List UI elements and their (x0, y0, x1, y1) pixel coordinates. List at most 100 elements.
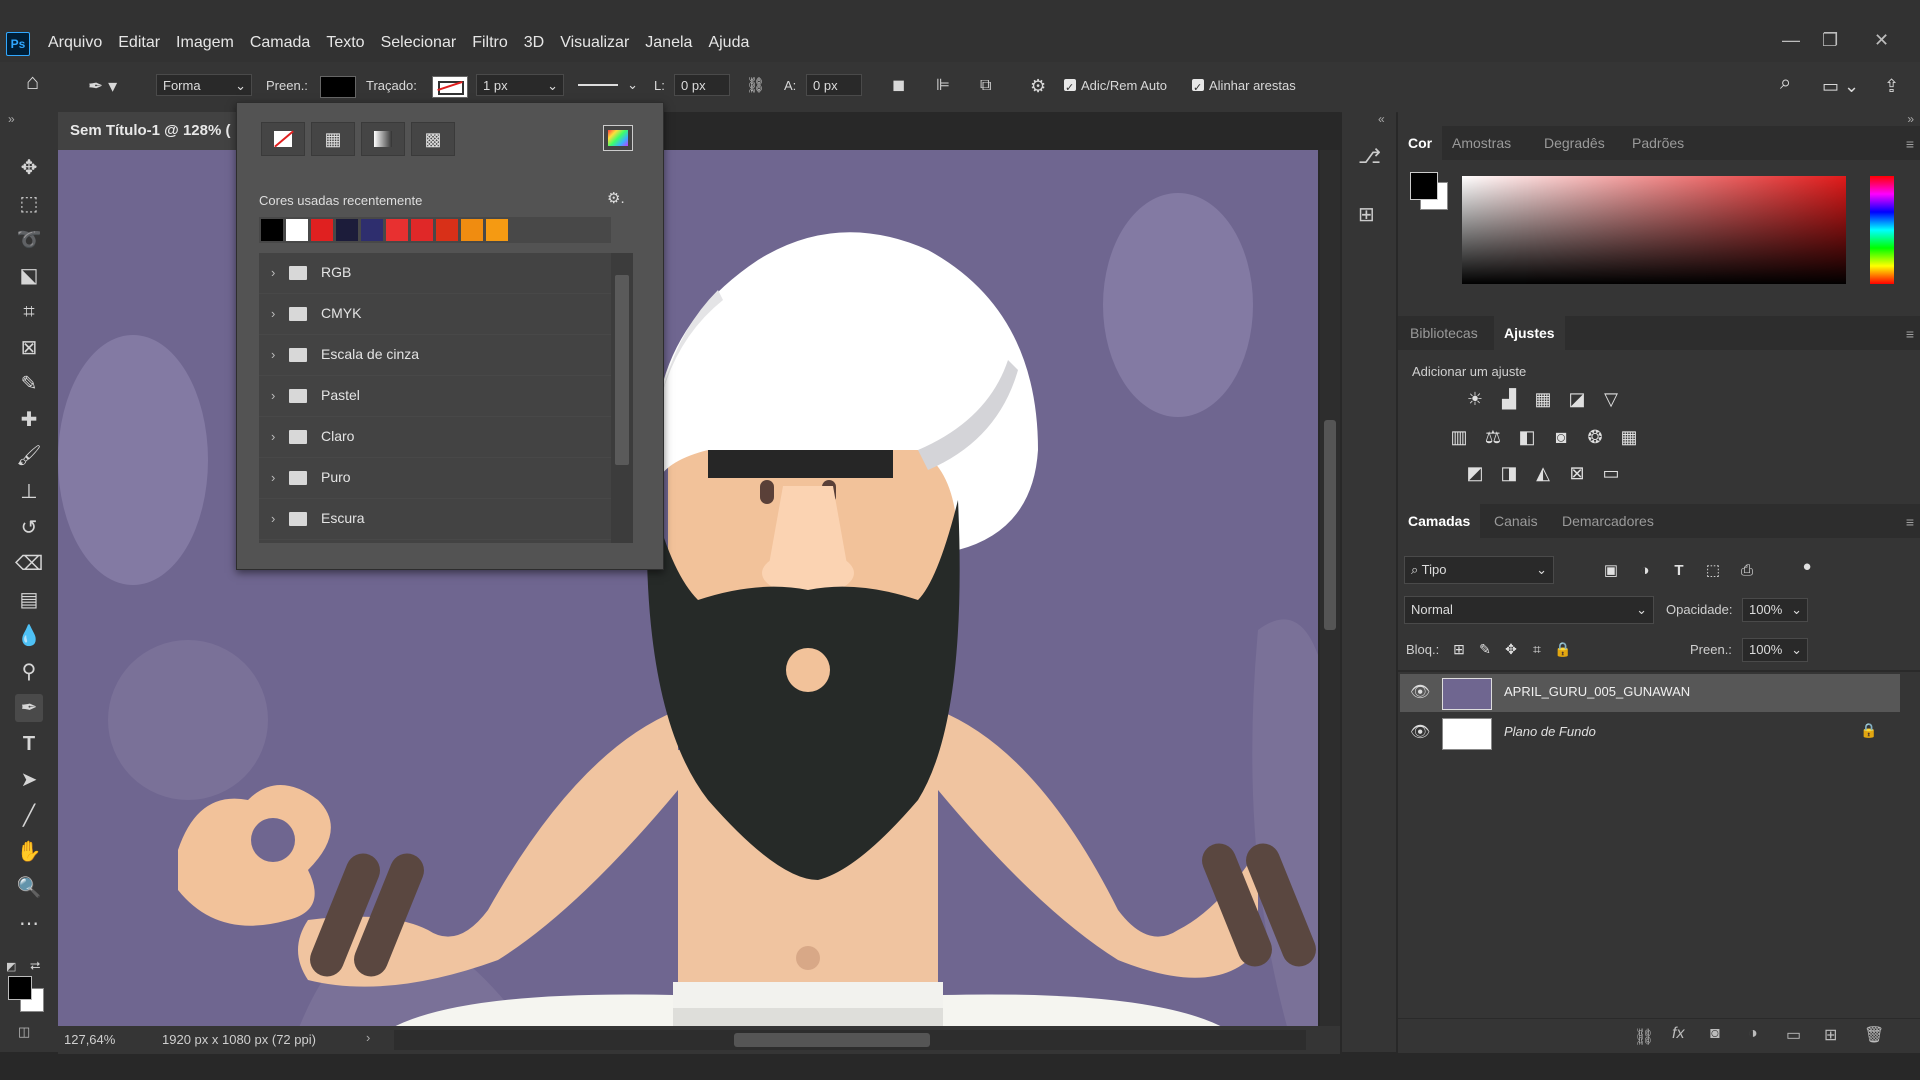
search-icon[interactable]: ⌕ (1780, 71, 1791, 95)
color-lookup-icon[interactable]: ▦ (1618, 426, 1640, 448)
chevron-right-icon[interactable]: › (271, 429, 275, 444)
new-group-icon[interactable]: ▭ (1786, 1025, 1801, 1045)
tab-bibliotecas[interactable]: Bibliotecas (1410, 316, 1478, 350)
restore-icon[interactable]: ❐ (1822, 30, 1838, 51)
menu-janela[interactable]: Janela (637, 32, 700, 54)
lock-position-icon[interactable]: ✥ (1500, 638, 1522, 660)
fill-field[interactable]: 100% ⌄ (1742, 638, 1808, 662)
solid-color-button[interactable]: ▦ (311, 122, 355, 156)
gear-icon[interactable]: ⚙. (607, 189, 625, 207)
gradient-button[interactable] (361, 122, 405, 156)
tab-demarcadores[interactable]: Demarcadores (1562, 504, 1654, 538)
filter-toggle-icon[interactable]: ● (1796, 556, 1818, 578)
default-colors-icon[interactable]: ◩ (6, 960, 16, 973)
recent-color-swatch[interactable] (361, 219, 383, 241)
chevron-right-icon[interactable]: › (271, 511, 275, 526)
brush-tool-icon[interactable]: 🖌 (15, 442, 43, 470)
menu-editar[interactable]: Editar (110, 32, 168, 54)
invert-icon[interactable]: ◩ (1464, 462, 1486, 484)
gear-icon[interactable]: ⚙ (1030, 74, 1046, 98)
chevron-right-icon[interactable]: › (366, 1030, 370, 1045)
panel-menu-icon[interactable]: ≡ (1906, 136, 1914, 152)
vertical-scrollbar[interactable] (1320, 150, 1340, 1034)
dodge-tool-icon[interactable]: ⚲ (15, 658, 43, 686)
more-tools-icon[interactable]: ⋯ (15, 910, 43, 938)
folder-list-scrollbar-thumb[interactable] (615, 275, 629, 465)
tab-camadas[interactable]: Camadas (1398, 504, 1481, 538)
smart-object-filter-icon[interactable]: ⎙ (1736, 560, 1758, 582)
shape-layer-filter-icon[interactable]: ⬚ (1702, 560, 1724, 582)
eye-icon[interactable]: 👁 (1410, 722, 1430, 742)
line-tool-icon[interactable]: ╱ (15, 802, 43, 830)
posterize-icon[interactable]: ◨ (1498, 462, 1520, 484)
foreground-color-swatch[interactable] (8, 976, 32, 1000)
menu-arquivo[interactable]: Arquivo (40, 32, 110, 54)
swap-colors-icon[interactable]: ⮂ (30, 958, 40, 974)
lock-artboard-icon[interactable]: ⌗ (1526, 638, 1548, 660)
pen-tool-icon[interactable]: ✒ (15, 694, 43, 722)
layer-row-selected[interactable]: 👁 APRIL_GURU_005_GUNAWAN (1400, 674, 1900, 712)
folder-grayscale[interactable]: › Escala de cinza (259, 335, 611, 376)
pattern-button[interactable]: ▩ (411, 122, 455, 156)
eraser-tool-icon[interactable]: ⌫ (15, 550, 43, 578)
fx-icon[interactable]: fx (1672, 1025, 1684, 1043)
no-color-button[interactable] (261, 122, 305, 156)
object-selection-tool-icon[interactable]: ⬕ (15, 262, 43, 290)
adjustment-layer-filter-icon[interactable]: ◑ (1634, 560, 1656, 582)
brightness-icon[interactable]: ☀ (1464, 388, 1486, 410)
path-selection-tool-icon[interactable]: ➤ (15, 766, 43, 794)
hand-tool-icon[interactable]: ✋ (15, 838, 43, 866)
folder-list-scrollbar[interactable] (611, 253, 633, 543)
chevron-right-icon[interactable]: › (271, 470, 275, 485)
clone-stamp-tool-icon[interactable]: ⊥ (15, 478, 43, 506)
path-arrangement-icon[interactable]: ⧉ (980, 74, 991, 98)
gradient-tool-icon[interactable]: ▤ (15, 586, 43, 614)
recent-color-swatch[interactable] (486, 219, 508, 241)
menu-filtro[interactable]: Filtro (464, 32, 516, 54)
workspace-icon[interactable]: ▭ ⌄ (1822, 74, 1859, 98)
zoom-tool-icon[interactable]: 🔍 (15, 874, 43, 902)
layer-name[interactable]: Plano de Fundo (1504, 724, 1596, 739)
tool-mode-select[interactable]: Forma ⌄ (156, 74, 252, 96)
crop-tool-icon[interactable]: ⌗ (15, 298, 43, 326)
menu-selecionar[interactable]: Selecionar (373, 32, 465, 54)
channel-mixer-icon[interactable]: ❂ (1584, 426, 1606, 448)
home-icon[interactable]: ⌂ (26, 70, 39, 94)
opacity-field[interactable]: 100% ⌄ (1742, 598, 1808, 622)
layer-row[interactable]: 👁 Plano de Fundo 🔒 (1400, 714, 1900, 752)
recent-color-swatch[interactable] (336, 219, 358, 241)
folder-pure[interactable]: › Puro (259, 458, 611, 499)
panel-menu-icon[interactable]: ≡ (1906, 514, 1914, 530)
minimize-icon[interactable]: — (1782, 30, 1800, 51)
link-icon[interactable]: ⛓ (746, 74, 765, 98)
pen-tool-preset-icon[interactable]: ✒ ▾ (88, 74, 117, 98)
delete-layer-icon[interactable]: 🗑 (1864, 1025, 1884, 1045)
menu-ajuda[interactable]: Ajuda (700, 32, 757, 54)
folder-pastel[interactable]: › Pastel (259, 376, 611, 417)
close-icon[interactable]: ✕ (1874, 30, 1889, 51)
healing-brush-tool-icon[interactable]: ✚ (15, 406, 43, 434)
recent-color-swatch[interactable] (311, 219, 333, 241)
layer-filter-select[interactable]: ⌕ Tipo ⌄ (1404, 556, 1554, 584)
hue-saturation-icon[interactable]: ▥ (1448, 426, 1470, 448)
auto-add-delete-checkbox[interactable]: Adic/Rem Auto (1064, 74, 1167, 100)
lock-transparency-icon[interactable]: ⊞ (1448, 638, 1470, 660)
levels-icon[interactable]: ▟ (1498, 388, 1520, 410)
recent-color-swatch[interactable] (411, 219, 433, 241)
hue-slider[interactable] (1870, 176, 1894, 284)
menu-imagem[interactable]: Imagem (168, 32, 242, 54)
tab-ajustes[interactable]: Ajustes (1494, 316, 1565, 350)
tab-padroes[interactable]: Padrões (1632, 126, 1684, 160)
chevron-right-icon[interactable]: › (271, 306, 275, 321)
black-white-icon[interactable]: ◧ (1516, 426, 1538, 448)
gradient-map-icon[interactable]: ▭ (1600, 462, 1622, 484)
menu-texto[interactable]: Texto (318, 32, 372, 54)
frame-tool-icon[interactable]: ⊠ (15, 334, 43, 362)
recent-color-swatch[interactable] (286, 219, 308, 241)
link-layers-icon[interactable]: ⛓ (1634, 1027, 1654, 1047)
tab-degrades[interactable]: Degradês (1544, 126, 1605, 160)
menu-visualizar[interactable]: Visualizar (552, 32, 637, 54)
type-layer-filter-icon[interactable]: T (1668, 560, 1690, 582)
width-field[interactable]: 0 px (674, 74, 730, 96)
tab-canais[interactable]: Canais (1494, 504, 1538, 538)
